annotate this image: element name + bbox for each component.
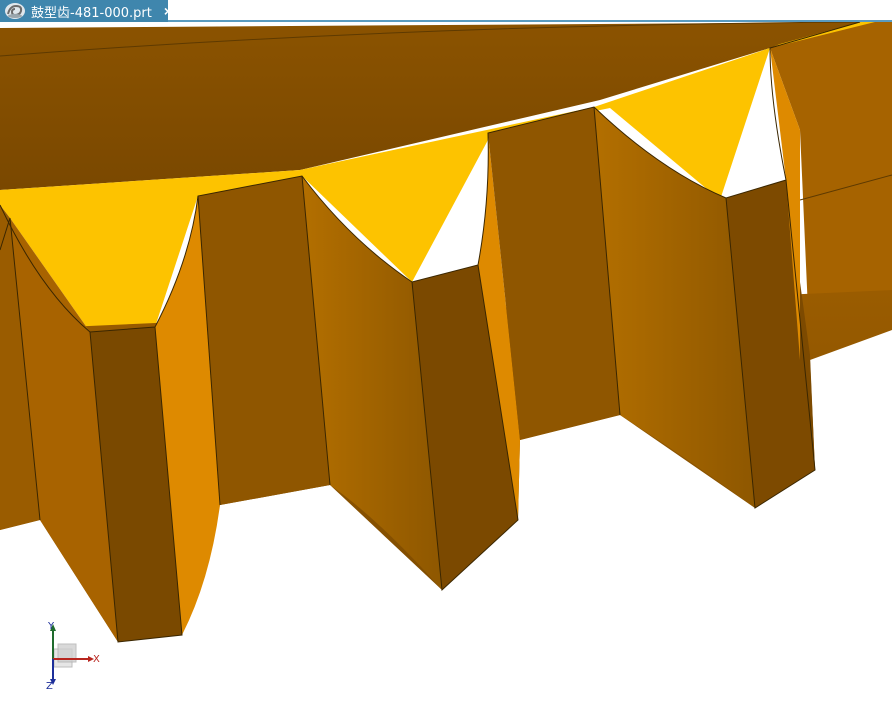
triad-z-label: Z	[46, 681, 53, 692]
3d-graphics-viewport[interactable]: Y X Z	[0, 21, 892, 699]
gear-model	[0, 21, 892, 643]
document-tab[interactable]: 鼓型齿-481-000.prt ×	[0, 0, 172, 22]
part-file-icon	[4, 2, 26, 20]
coordinate-triad: Y X Z	[36, 619, 116, 699]
close-icon[interactable]: ×	[164, 4, 172, 18]
triad-x-label: X	[93, 654, 100, 665]
document-tab-title: 鼓型齿-481-000.prt	[31, 5, 152, 21]
document-tab-bar: 鼓型齿-481-000.prt ×	[0, 0, 892, 22]
triad-y-label: Y	[48, 621, 55, 632]
